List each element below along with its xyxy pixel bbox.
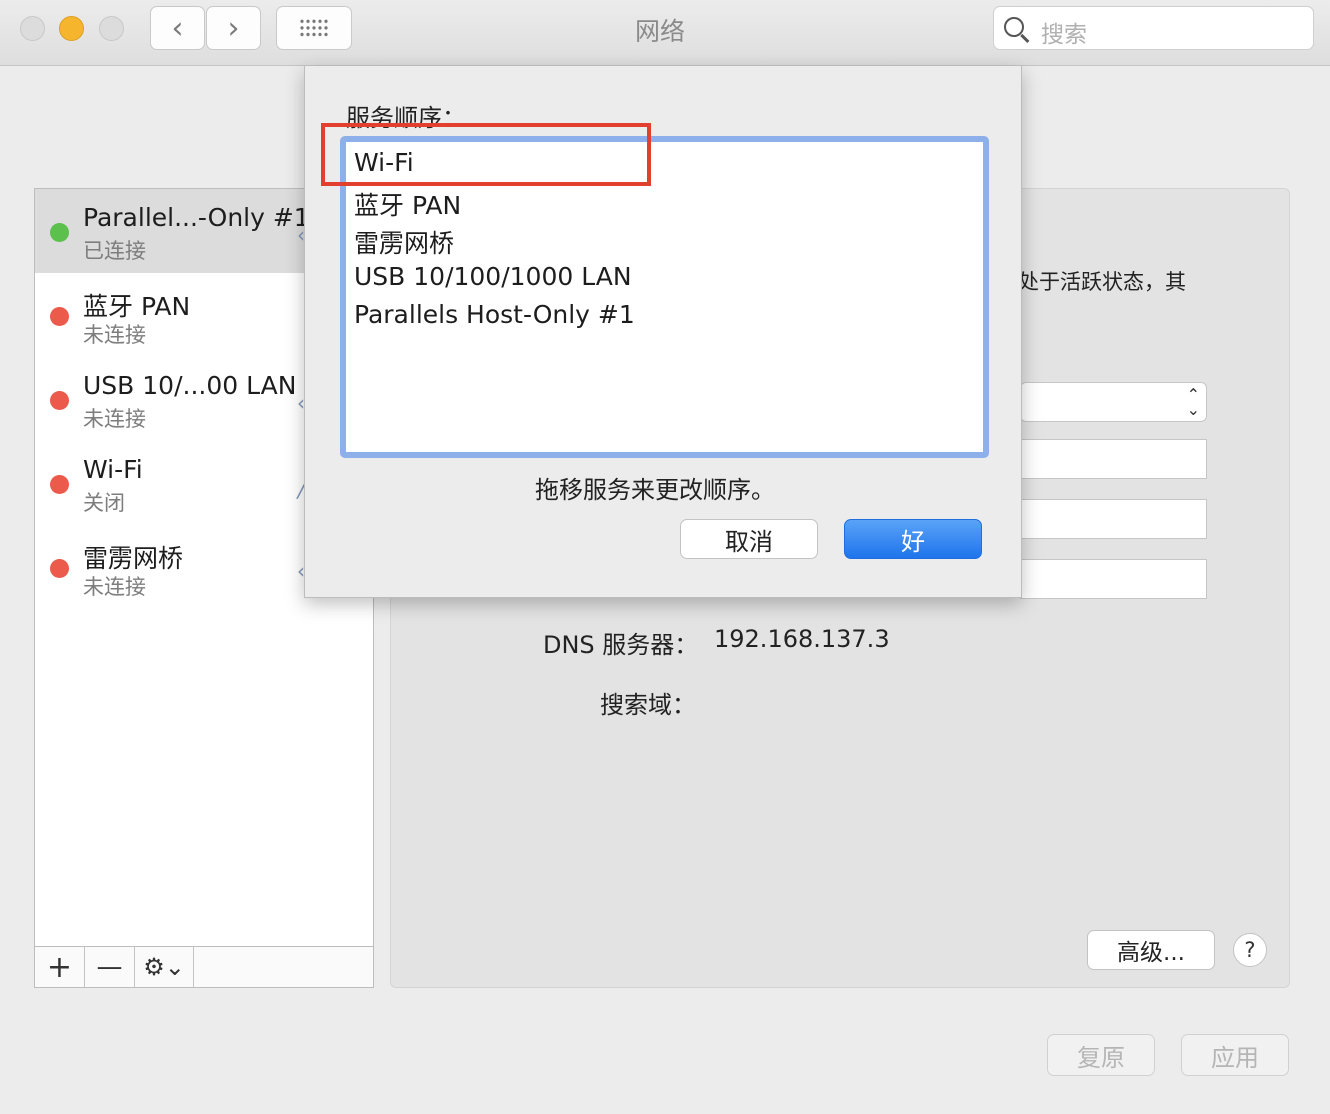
order-item-thunderbolt-bridge[interactable]: 雷雳网桥 xyxy=(354,224,454,260)
service-name: USB 10/...00 LAN xyxy=(83,371,297,400)
service-name: 蓝牙 PAN xyxy=(83,292,191,321)
window-title: 网络 xyxy=(634,17,685,46)
search-field[interactable]: 搜索 xyxy=(993,6,1314,50)
status-description: 处于活跃状态，其 xyxy=(1018,270,1186,294)
service-order-sheet: 服务顺序： Wi-Fi 蓝牙 PAN 雷雳网桥 USB 10/100/1000 … xyxy=(304,66,1022,598)
dns-server-label: DNS 服务器： xyxy=(543,631,699,659)
title-bar: ‹ › 网络 搜索 xyxy=(0,0,1330,66)
minimize-window-button[interactable] xyxy=(59,16,84,41)
ok-button[interactable]: 好 xyxy=(844,519,982,559)
show-all-button[interactable] xyxy=(276,6,352,50)
service-status: 未连接 xyxy=(83,407,146,431)
status-dot-icon xyxy=(50,391,69,410)
search-domain-label: 搜索域： xyxy=(600,691,696,719)
gear-menu-button[interactable]: ⚙⌄ xyxy=(135,947,194,987)
forward-button[interactable]: › xyxy=(206,6,261,50)
service-status: 已连接 xyxy=(83,239,146,263)
status-dot-icon xyxy=(50,475,69,494)
close-window-button[interactable] xyxy=(20,16,45,41)
search-placeholder: 搜索 xyxy=(1041,22,1087,48)
service-status: 未连接 xyxy=(83,323,146,347)
up-down-chevron-icon: ⌃ ⌄ xyxy=(1186,385,1200,419)
advanced-button[interactable]: 高级... xyxy=(1087,930,1215,970)
service-status: 关闭 xyxy=(83,491,125,515)
status-dot-icon xyxy=(50,307,69,326)
service-status: 未连接 xyxy=(83,575,146,599)
cancel-button[interactable]: 取消 xyxy=(680,519,818,559)
order-item-usb-lan[interactable]: USB 10/100/1000 LAN xyxy=(354,262,632,291)
subnet-mask-field[interactable] xyxy=(1020,499,1207,539)
revert-button[interactable]: 复原 xyxy=(1047,1034,1155,1076)
order-item-parallels[interactable]: Parallels Host-Only #1 xyxy=(354,300,635,329)
gear-icon: ⚙⌄ xyxy=(143,953,185,981)
status-dot-icon xyxy=(50,559,69,578)
annotation-highlight-box xyxy=(321,123,651,186)
ip-address-field[interactable] xyxy=(1020,439,1207,479)
service-name: Parallel...-Only #1 xyxy=(83,203,310,232)
service-name: 雷雳网桥 xyxy=(83,544,184,573)
chevron-right-icon: › xyxy=(227,10,240,46)
service-name: Wi-Fi xyxy=(83,455,143,484)
drag-hint-text: 拖移服务来更改顺序。 xyxy=(535,476,775,504)
configure-popup[interactable]: ⌃ ⌄ xyxy=(1020,382,1207,422)
zoom-window-button[interactable] xyxy=(99,16,124,41)
remove-service-button[interactable]: — xyxy=(85,947,135,987)
apply-button[interactable]: 应用 xyxy=(1181,1034,1289,1076)
help-button[interactable]: ? xyxy=(1233,933,1267,967)
grid-icon xyxy=(299,18,329,38)
search-icon xyxy=(1004,17,1024,37)
add-service-button[interactable]: + xyxy=(35,947,85,987)
router-field[interactable] xyxy=(1020,559,1207,599)
service-list-toolbar: + — ⚙⌄ xyxy=(35,946,373,987)
status-dot-icon xyxy=(50,223,69,242)
order-item-bluetooth-pan[interactable]: 蓝牙 PAN xyxy=(354,186,461,222)
back-button[interactable]: ‹ xyxy=(150,6,205,50)
chevron-left-icon: ‹ xyxy=(171,10,184,46)
dns-server-value: 192.168.137.3 xyxy=(714,625,890,653)
